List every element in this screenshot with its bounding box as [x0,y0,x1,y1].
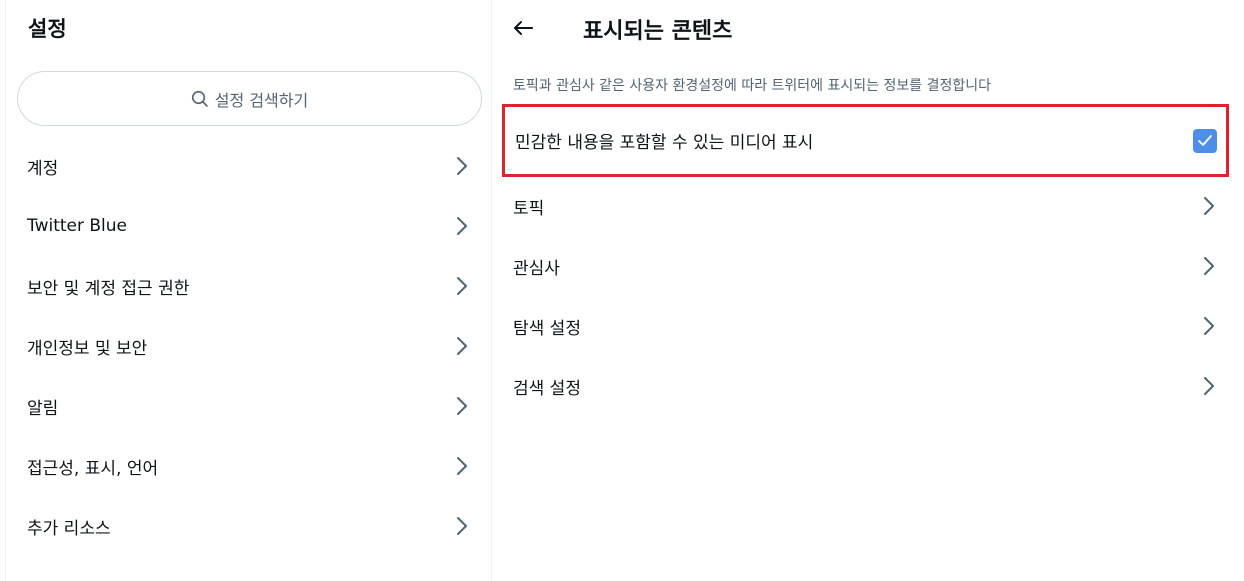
checkmark-icon [1198,134,1212,146]
menu-item-additional-resources[interactable]: 추가 리소스 [6,496,492,556]
arrow-left-icon [514,21,533,35]
menu-item-label: 알림 [27,398,59,419]
sensitive-media-label: 민감한 내용을 포함할 수 있는 미디어 표시 [515,133,814,153]
menu-item-accessibility[interactable]: 접근성, 표시, 언어 [6,436,492,496]
content-item-interests[interactable]: 관심사 [492,236,1244,296]
chevron-right-icon [454,515,470,537]
chevron-right-icon [1201,375,1217,397]
content-item-label: 관심사 [513,258,560,279]
chevron-right-icon [1201,315,1217,337]
chevron-right-icon [454,335,470,357]
chevron-right-icon [454,455,470,477]
menu-item-account[interactable]: 계정 [6,136,492,196]
content-item-label: 탐색 설정 [513,318,581,339]
chevron-right-icon [454,155,470,177]
chevron-right-icon [1201,255,1217,277]
settings-app: 설정 설정 검색하기 계정 Twitter Blue 보안 및 계정 접근 권한… [0,0,1244,581]
content-item-label: 검색 설정 [513,378,581,399]
menu-item-security-access[interactable]: 보안 및 계정 접근 권한 [6,256,492,316]
settings-sidebar: 설정 설정 검색하기 계정 Twitter Blue 보안 및 계정 접근 권한… [5,0,492,581]
menu-item-label: 추가 리소스 [27,518,111,539]
menu-item-label: 개인정보 및 보안 [27,338,148,359]
back-button[interactable] [510,15,536,41]
content-item-explore-settings[interactable]: 탐색 설정 [492,296,1244,356]
menu-item-label: 계정 [27,158,59,179]
chevron-right-icon [454,275,470,297]
sensitive-media-checkbox[interactable] [1193,128,1217,153]
menu-item-label: 접근성, 표시, 언어 [27,458,159,479]
chevron-right-icon [454,215,470,237]
menu-item-label: Twitter Blue [27,216,127,236]
page-description: 토픽과 관심사 같은 사용자 환경설정에 따라 트위터에 표시되는 정보를 결정… [513,78,991,94]
sensitive-media-setting[interactable]: 민감한 내용을 포함할 수 있는 미디어 표시 [502,104,1229,177]
content-item-topics[interactable]: 토픽 [492,176,1244,236]
settings-search-input[interactable]: 설정 검색하기 [17,71,482,126]
content-panel: 표시되는 콘텐츠 토픽과 관심사 같은 사용자 환경설정에 따라 트위터에 표시… [492,0,1244,581]
settings-title: 설정 [28,17,67,41]
search-icon [191,90,209,108]
content-item-label: 토픽 [513,198,545,219]
content-item-search-settings[interactable]: 검색 설정 [492,356,1244,416]
menu-item-privacy-safety[interactable]: 개인정보 및 보안 [6,316,492,376]
menu-item-notifications[interactable]: 알림 [6,376,492,436]
chevron-right-icon [454,395,470,417]
menu-item-label: 보안 및 계정 접근 권한 [27,278,190,299]
search-placeholder: 설정 검색하기 [214,90,309,110]
page-title: 표시되는 콘텐츠 [583,19,733,44]
menu-item-twitter-blue[interactable]: Twitter Blue [6,196,492,256]
content-header: 표시되는 콘텐츠 [492,0,1244,56]
chevron-right-icon [1201,195,1217,217]
